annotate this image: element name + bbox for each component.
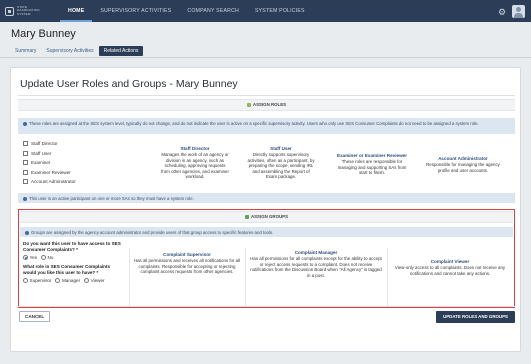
- checkbox[interactable]: [23, 150, 28, 156]
- checkbox-label: Account Administrator: [31, 179, 76, 185]
- role-desc-text: Responsible for managing the agency prof…: [426, 162, 500, 173]
- group-desc-viewer: Complaint Viewer View-only access to all…: [391, 259, 509, 276]
- radio-button[interactable]: [23, 255, 28, 260]
- cancel-button[interactable]: CANCEL: [19, 311, 51, 322]
- gear-icon[interactable]: ⚙: [496, 6, 508, 18]
- checkbox-label: Examiner Reviewer: [31, 169, 71, 175]
- radio-label: Manager: [61, 278, 81, 283]
- roles-icon: [246, 102, 251, 107]
- tab-supervisory-activities[interactable]: Supervisory Activities: [41, 46, 98, 56]
- radio-viewer[interactable]: Viewer: [84, 278, 105, 283]
- page-tabs: Summary Supervisory Activities Related A…: [10, 46, 144, 56]
- update-roles-card: Update User Roles and Groups - Mary Bunn…: [10, 67, 521, 352]
- group-desc-text: View-only access to all complaints. Does…: [394, 265, 506, 276]
- radio-supervisor[interactable]: Supervisor: [23, 278, 51, 283]
- groups-info-text: Groups are assigned by the agency accoun…: [31, 230, 274, 235]
- radio-manager[interactable]: Manager: [55, 278, 80, 283]
- tab-summary[interactable]: Summary: [10, 46, 41, 56]
- role-desc-title: Staff User: [270, 146, 292, 151]
- assign-roles-label: ASSIGN ROLES: [252, 102, 287, 107]
- radio-no[interactable]: No: [41, 255, 53, 260]
- info-icon: [23, 196, 27, 201]
- radio-yes[interactable]: Yes: [23, 255, 37, 260]
- nav-home[interactable]: HOME: [60, 0, 93, 22]
- consumer-complaints-radio-group: Yes No: [23, 255, 53, 260]
- update-roles-button[interactable]: UPDATE ROLES AND GROUPS: [436, 311, 515, 323]
- group-desc-manager: Complaint Manager Has all permissions fo…: [249, 250, 383, 278]
- group-desc-supervisor: Complaint Supervisor Has all permissions…: [133, 252, 241, 275]
- role-account-administrator[interactable]: Account Administrator: [23, 177, 76, 187]
- main-nav: HOME SUPERVISORY ACTIVITIES COMPANY SEAR…: [60, 0, 313, 22]
- complaints-role-question: What role in SES Consumer Complaints wou…: [23, 264, 111, 275]
- checkbox[interactable]: [23, 169, 28, 175]
- tab-divider: [0, 57, 531, 58]
- logo-text: STATE EXAMINATION SYSTEM: [17, 4, 40, 16]
- checkbox-label: Staff Director: [31, 141, 58, 147]
- role-desc-examiner: Examiner or Examiner Reviewer These role…: [333, 153, 411, 176]
- roles-info-banner: These roles are assigned at the SES syst…: [18, 118, 515, 134]
- role-desc-staff-user: Staff User Directly supports supervisory…: [247, 146, 315, 180]
- column-divider: [387, 248, 388, 306]
- complaints-role-radio-group: Supervisor Manager Viewer: [23, 278, 105, 283]
- footer-divider: [18, 306, 515, 307]
- role-desc-staff-director: Staff Director Manages the work of an ag…: [161, 146, 229, 180]
- info-icon: [25, 230, 29, 235]
- nav-company-search[interactable]: COMPANY SEARCH: [179, 0, 247, 22]
- role-desc-text: These roles are responsible for managing…: [337, 159, 407, 175]
- page-title: Mary Bunney: [11, 28, 76, 40]
- groups-icon: [244, 214, 249, 219]
- role-desc-title: Staff Director: [180, 146, 210, 151]
- logo-icon: [5, 6, 14, 16]
- assign-groups-heading: ASSIGN GROUPS: [20, 211, 513, 223]
- info-icon: [23, 121, 27, 126]
- assign-groups-label: ASSIGN GROUPS: [250, 214, 289, 219]
- groups-info-banner: Groups are assigned by the agency accoun…: [20, 227, 513, 237]
- group-desc-title: Complaint Manager: [294, 250, 338, 255]
- assign-roles-heading: ASSIGN ROLES: [18, 99, 515, 111]
- checkbox-label: Staff User: [31, 150, 52, 156]
- card-divider: [18, 95, 515, 96]
- checkbox[interactable]: [23, 141, 28, 147]
- role-staff-user[interactable]: Staff User: [23, 149, 76, 159]
- checkbox[interactable]: [23, 160, 28, 166]
- radio-button[interactable]: [41, 255, 46, 260]
- roles-warning-banner: This user is an active participant on on…: [18, 193, 515, 203]
- radio-button[interactable]: [55, 278, 61, 283]
- role-desc-text: Directly supports supervisory activities…: [247, 152, 315, 179]
- role-desc-title: Account Administrator: [438, 156, 488, 161]
- column-divider: [129, 248, 130, 306]
- role-desc-account-admin: Account Administrator Responsible for ma…: [423, 156, 503, 173]
- radio-button[interactable]: [84, 278, 90, 283]
- radio-label: Supervisor: [29, 278, 52, 283]
- consumer-complaints-question: Do you want this user to have access to …: [23, 241, 121, 252]
- logo[interactable]: STATE EXAMINATION SYSTEM: [0, 0, 52, 22]
- roles-warning-text: This user is an active participant on on…: [29, 196, 194, 201]
- top-navbar: STATE EXAMINATION SYSTEM HOME SUPERVISOR…: [0, 0, 531, 22]
- column-divider: [245, 248, 246, 306]
- radio-label: No: [47, 255, 54, 260]
- role-desc-text: Manages the work of an agency or divisio…: [161, 152, 229, 179]
- group-desc-title: Complaint Supervisor: [163, 252, 211, 257]
- nav-system-policies[interactable]: SYSTEM POLICIES: [247, 0, 313, 22]
- group-desc-text: Has all permissions for all complaints e…: [250, 256, 382, 278]
- tab-related-actions[interactable]: Related Actions: [98, 46, 144, 56]
- radio-label: Viewer: [90, 278, 105, 283]
- roles-info-text: These roles are assigned at the SES syst…: [29, 121, 479, 126]
- radio-button[interactable]: [23, 278, 28, 283]
- role-checkbox-list: Staff Director Staff User Examiner Exami…: [23, 139, 76, 187]
- radio-label: Yes: [29, 255, 38, 260]
- role-examiner-reviewer[interactable]: Examiner Reviewer: [23, 168, 76, 178]
- card-title: Update User Roles and Groups - Mary Bunn…: [20, 78, 238, 90]
- checkbox-label: Examiner: [31, 160, 51, 166]
- role-desc-title: Examiner or Examiner Reviewer: [337, 153, 407, 158]
- checkbox[interactable]: [23, 179, 28, 185]
- avatar[interactable]: [512, 5, 525, 18]
- role-examiner[interactable]: Examiner: [23, 158, 76, 168]
- group-desc-text: Has all permissions and receives all not…: [133, 258, 241, 274]
- group-desc-title: Complaint Viewer: [430, 259, 470, 264]
- role-staff-director[interactable]: Staff Director: [23, 139, 76, 149]
- nav-supervisory-activities[interactable]: SUPERVISORY ACTIVITIES: [92, 0, 179, 22]
